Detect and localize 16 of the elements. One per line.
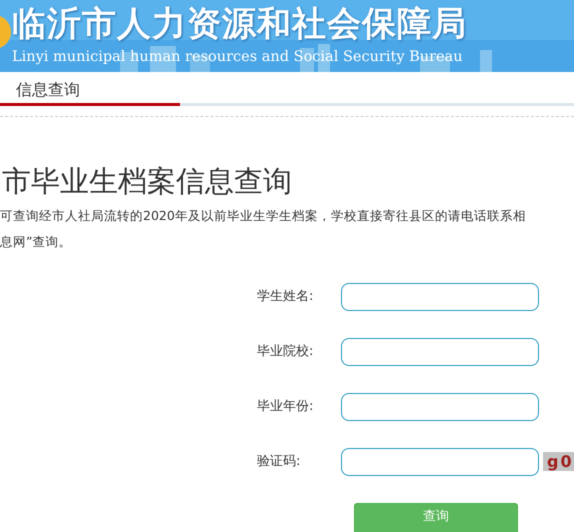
input-field[interactable] [341,393,539,421]
input-field[interactable] [341,283,539,311]
field-label: 毕业年份: [257,398,314,416]
notice-text: 息网”查询。 [0,233,72,251]
field-label: 学生姓名: [257,288,314,306]
site-title: 临沂市人力资源和社会保障局 [12,4,467,44]
field-label: 验证码: [257,453,302,472]
field-label: 毕业院校: [257,343,314,362]
site-subtitle: Linyi municipal human resources and Social Security Bureau [12,48,463,66]
captcha-image[interactable]: g0 [543,452,574,471]
input-field[interactable] [341,338,539,366]
nav-tab[interactable]: 信息查询 [0,72,180,106]
query-button[interactable]: 查询 [354,503,518,532]
page-heading: 市毕业生档案信息查询 [2,163,293,200]
notice-text: 可查询经市人社局流转的2020年及以前毕业生学生档案，学校直接寄往县区的请电话联系相 [0,207,527,225]
input-field[interactable] [341,448,539,476]
